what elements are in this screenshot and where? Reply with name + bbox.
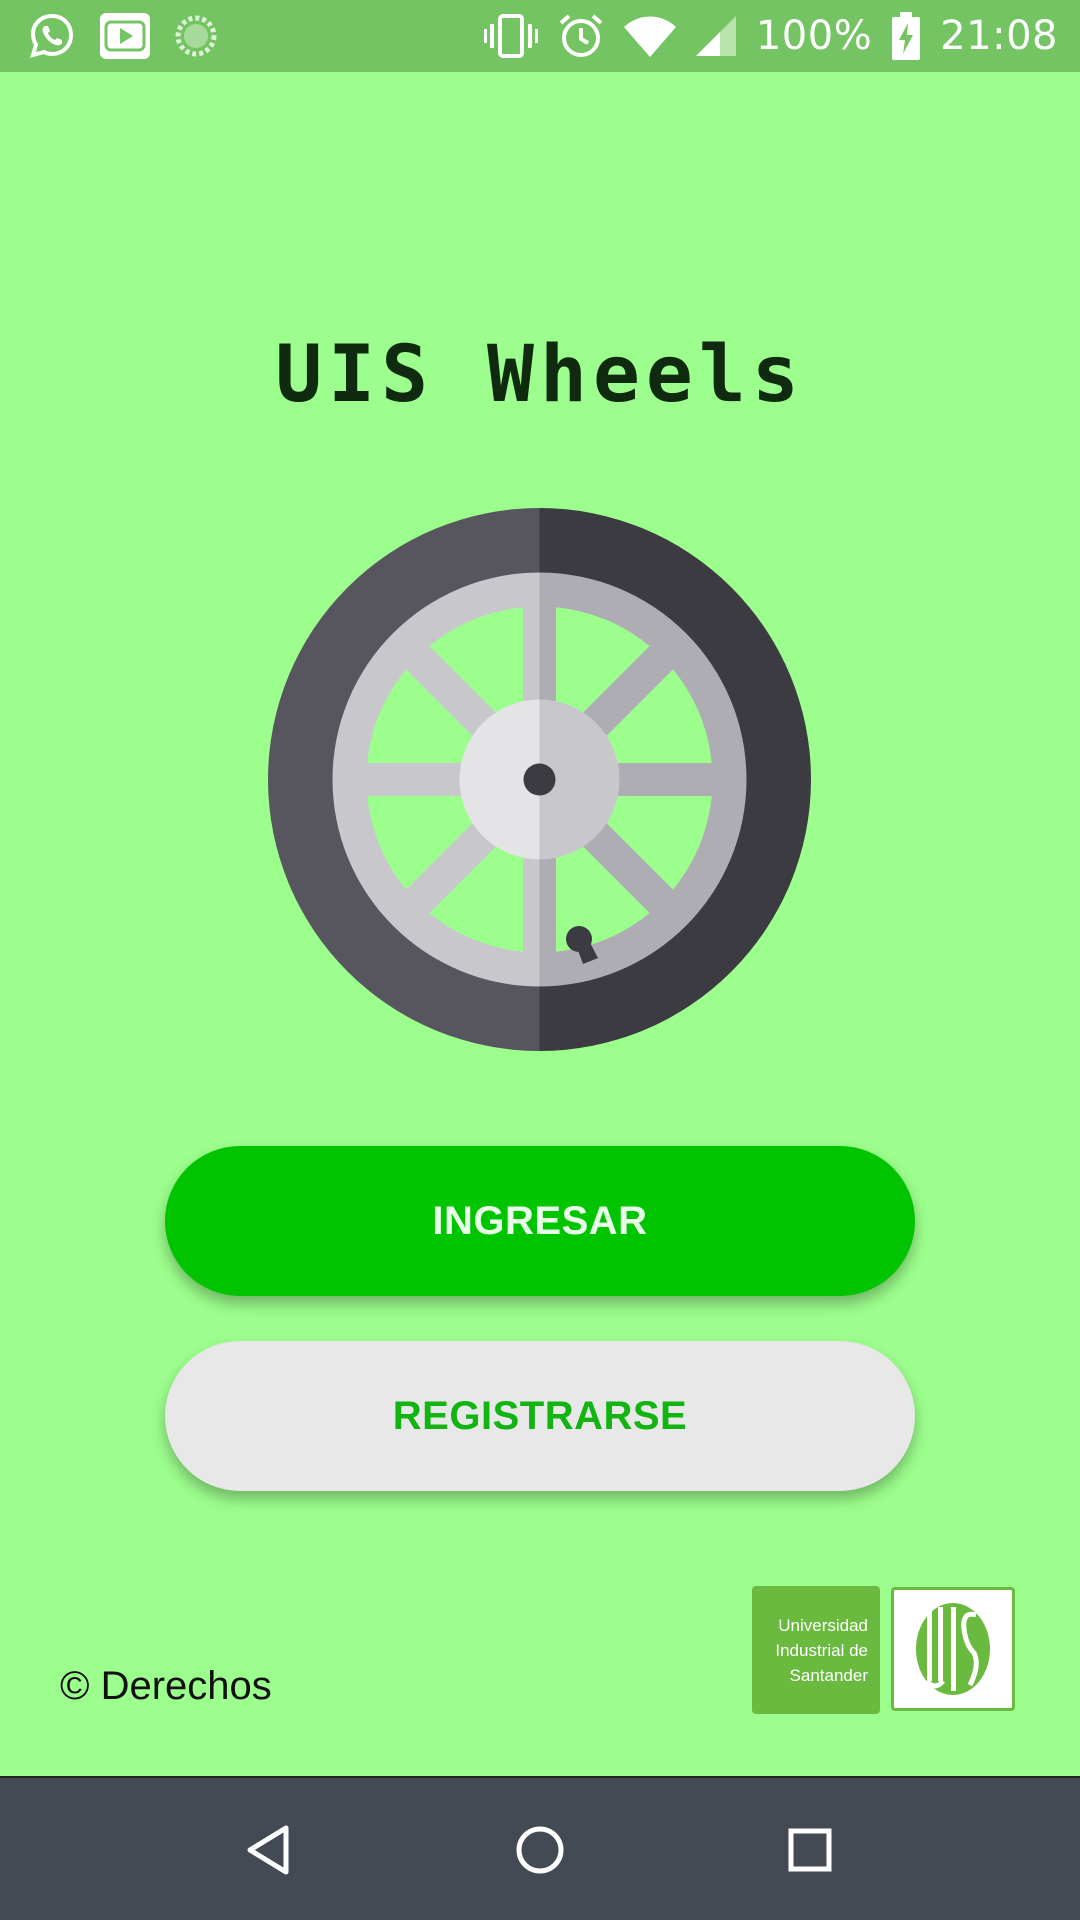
wheel-icon bbox=[268, 508, 811, 1051]
register-button[interactable]: REGISTRARSE bbox=[165, 1341, 915, 1491]
app-screen: 100% 21:08 UIS Wheels INGRESAR REGISTRAR… bbox=[0, 0, 1080, 1920]
cell-signal-icon bbox=[695, 16, 736, 56]
app-title: UIS Wheels bbox=[275, 330, 805, 420]
vibrate-icon bbox=[483, 13, 538, 59]
home-icon[interactable] bbox=[508, 1818, 572, 1882]
youtube-icon bbox=[100, 13, 150, 59]
navigation-bar bbox=[0, 1776, 1080, 1920]
battery-percent: 100% bbox=[755, 13, 873, 59]
battery-charging-icon bbox=[892, 12, 921, 60]
notification-icons bbox=[28, 10, 218, 62]
system-status: 100% 21:08 bbox=[483, 10, 1058, 62]
clock: 21:08 bbox=[940, 13, 1058, 59]
wifi-icon bbox=[623, 15, 676, 57]
uis-emblem-icon bbox=[891, 1587, 1015, 1711]
alarm-icon bbox=[558, 13, 604, 59]
login-button[interactable]: INGRESAR bbox=[165, 1146, 915, 1296]
whatsapp-icon bbox=[28, 12, 76, 60]
university-logo-text: Universidad Industrial de Santander bbox=[752, 1586, 880, 1714]
university-name: Universidad Industrial de Santander bbox=[775, 1615, 868, 1685]
loading-icon bbox=[174, 14, 218, 58]
copyright-text: © Derechos bbox=[60, 1664, 272, 1708]
recents-icon[interactable] bbox=[778, 1818, 842, 1882]
back-icon[interactable] bbox=[236, 1818, 300, 1882]
status-bar: 100% 21:08 bbox=[0, 0, 1080, 72]
